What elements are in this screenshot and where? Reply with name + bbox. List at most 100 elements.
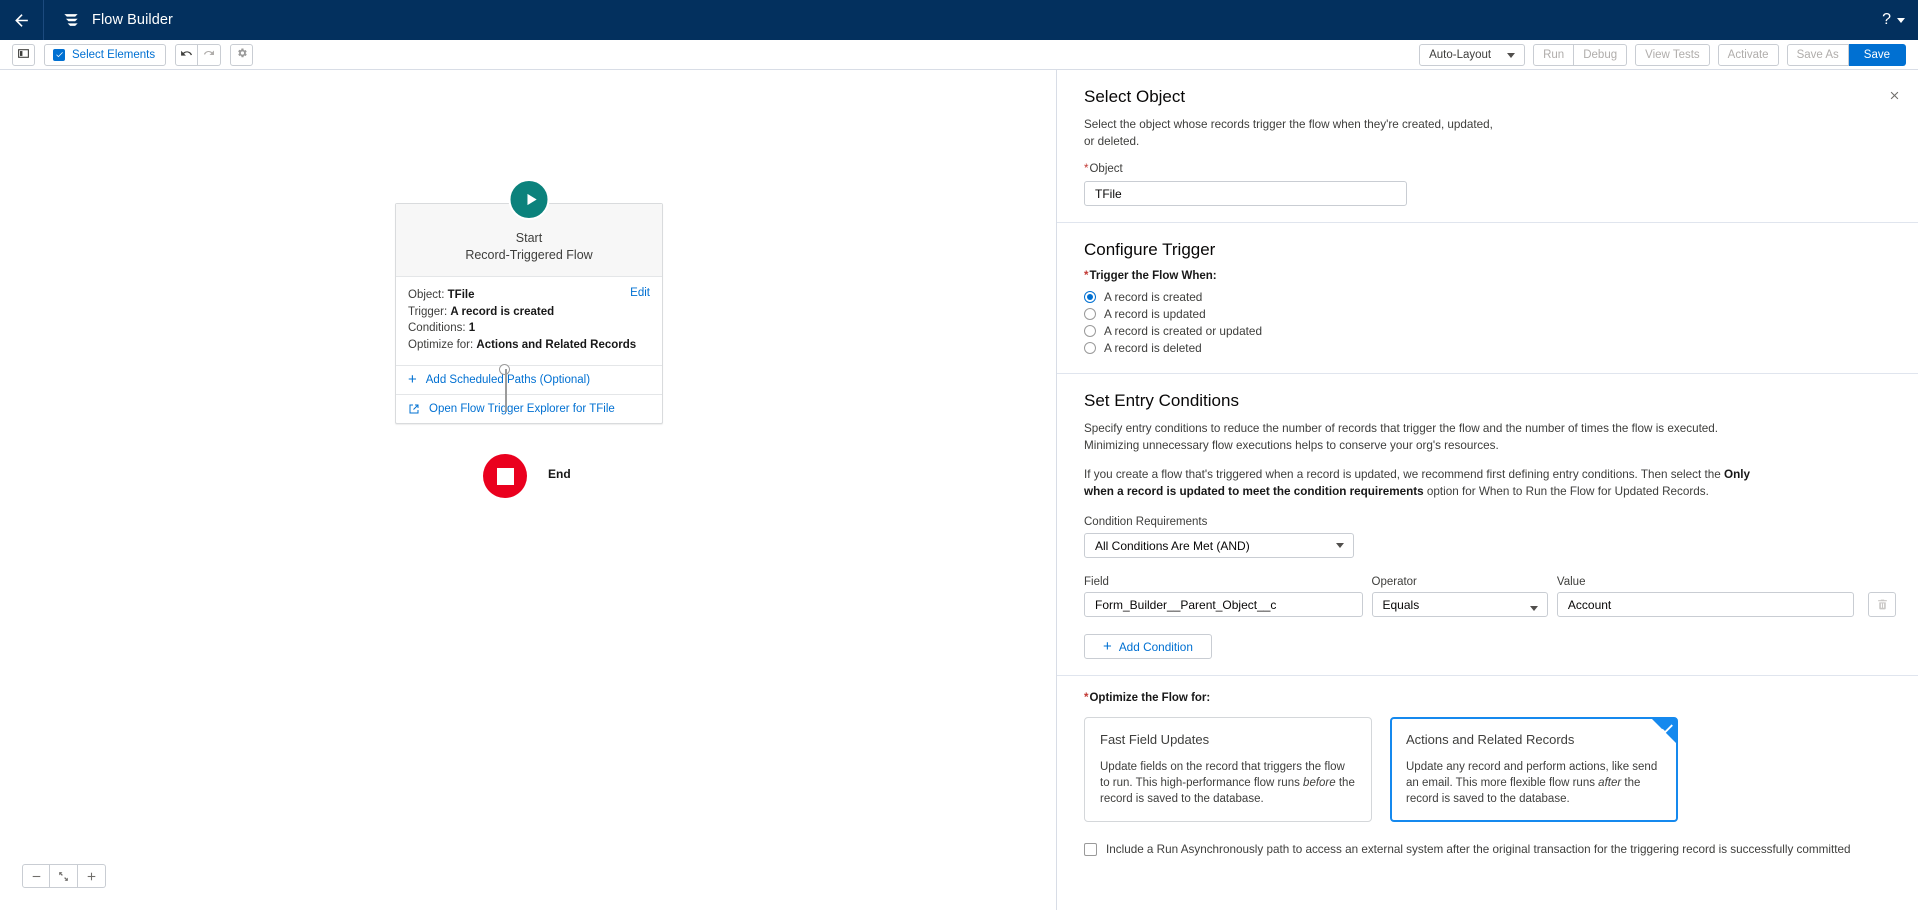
detail-value: Actions and Related Records — [476, 338, 637, 351]
paragraph-2-after: option for When to Run the Flow for Upda… — [1423, 484, 1709, 498]
fit-to-view-icon — [59, 871, 68, 881]
object-input[interactable]: TFile — [1084, 181, 1407, 206]
detail-value: TFile — [447, 289, 475, 301]
object-field-label: *Object — [1084, 163, 1123, 175]
fit-to-view-button[interactable] — [50, 864, 78, 888]
zoom-out-button[interactable] — [22, 864, 50, 888]
detail-row: Object: TFile — [408, 287, 650, 304]
debug-button[interactable]: Debug — [1574, 44, 1628, 66]
delete-condition-button[interactable] — [1868, 592, 1896, 617]
play-icon — [526, 193, 537, 206]
select-object-title: Select Object — [1084, 87, 1186, 106]
help-question-icon: ? — [1882, 11, 1891, 28]
save-group: Save As Save — [1786, 44, 1906, 66]
toggle-left-panel-button[interactable] — [12, 43, 35, 66]
layout-mode-value: Auto-Layout — [1429, 49, 1492, 61]
select-elements-button[interactable]: Select Elements — [44, 43, 167, 66]
stop-square-icon — [496, 467, 514, 485]
trigger-explorer-label: Open Flow Trigger Explorer for TFile — [429, 403, 615, 415]
required-asterisk: * — [1084, 163, 1089, 175]
open-flow-trigger-explorer-link[interactable]: Open Flow Trigger Explorer for TFile — [396, 394, 662, 423]
start-node-subtitle: Record-Triggered Flow — [465, 248, 593, 262]
radio-option-record-created-or-updated[interactable]: A record is created or updated — [1084, 323, 1896, 339]
view-tests-button[interactable]: View Tests — [1635, 44, 1710, 66]
zoom-out-icon — [32, 875, 40, 877]
optimize-card-fast-field-updates[interactable]: Fast Field Updates Update fields on the … — [1084, 717, 1372, 822]
radio-option-record-created[interactable]: A record is created — [1084, 289, 1896, 305]
configure-trigger-title: Configure Trigger — [1084, 240, 1216, 259]
save-as-button[interactable]: Save As — [1786, 44, 1849, 66]
redo-icon — [203, 47, 215, 62]
detail-row: Optimize for: Actions and Related Record… — [408, 337, 650, 354]
detail-value: 1 — [468, 322, 476, 334]
condition-requirements-label: Condition Requirements — [1084, 516, 1208, 528]
desc-italic: before — [1303, 777, 1336, 789]
brand: Flow Builder — [44, 10, 173, 30]
chevron-down-icon — [1336, 543, 1344, 548]
select-elements-label: Select Elements — [72, 48, 156, 61]
add-scheduled-paths-label: Add Scheduled Paths (Optional) — [425, 374, 591, 386]
arrow-left-icon — [15, 13, 28, 27]
plus-icon: + — [1103, 637, 1112, 655]
undo-icon — [180, 47, 193, 63]
selected-check-icon — [1652, 719, 1676, 743]
paragraph-2-before: If you create a flow that's triggered wh… — [1084, 468, 1724, 481]
gear-icon — [236, 47, 248, 62]
condition-field-input[interactable]: Form_Builder__Parent_Object__c — [1084, 592, 1363, 617]
operator-label: Operator — [1371, 576, 1417, 588]
end-node-label: End — [548, 467, 571, 481]
back-button[interactable] — [0, 0, 44, 40]
optimize-cards: Fast Field Updates Update fields on the … — [1084, 717, 1896, 822]
chevron-down-icon — [1529, 606, 1538, 611]
settings-button[interactable] — [230, 43, 254, 66]
trigger-when-label: *Trigger the Flow When: — [1084, 270, 1217, 282]
flow-canvas[interactable]: Start Record-Triggered Flow Edit Object:… — [0, 70, 1057, 910]
optimize-card-description: Update fields on the record that trigger… — [1100, 759, 1356, 807]
radio-option-record-updated[interactable]: A record is updated — [1084, 306, 1896, 322]
detail-row: Trigger: A record is created — [408, 304, 650, 321]
checkbox-selection-icon — [53, 48, 65, 61]
condition-requirements-select-wrap: All Conditions Are Met (AND) — [1084, 533, 1354, 558]
run-flow-button[interactable] — [508, 179, 550, 220]
edit-start-link[interactable]: Edit — [630, 287, 650, 299]
flow-builder-logo-icon — [64, 14, 78, 26]
undo-redo-group — [175, 43, 222, 66]
detail-label: Object: — [408, 289, 445, 301]
external-link-icon — [409, 404, 419, 414]
add-scheduled-paths-link[interactable]: + Add Scheduled Paths (Optional) — [396, 365, 662, 394]
optimize-card-title: Fast Field Updates — [1100, 732, 1210, 747]
main-area: Start Record-Triggered Flow Edit Object:… — [0, 70, 1918, 910]
app-header: Flow Builder ? — [0, 0, 1918, 40]
condition-value-input[interactable]: Account — [1556, 592, 1855, 617]
optimize-card-actions-and-related-records[interactable]: Actions and Related Records Update any r… — [1390, 717, 1678, 822]
layout-mode-select[interactable]: Auto-Layout — [1419, 44, 1526, 66]
condition-requirements-select[interactable]: All Conditions Are Met (AND) — [1084, 533, 1354, 558]
undo-button[interactable] — [175, 43, 199, 66]
end-node[interactable] — [483, 454, 527, 498]
zoom-controls — [22, 864, 106, 888]
add-condition-button[interactable]: + Add Condition — [1084, 634, 1212, 659]
redo-button[interactable] — [198, 43, 222, 66]
run-button[interactable]: Run — [1533, 44, 1575, 66]
start-node[interactable]: Start Record-Triggered Flow Edit Object:… — [395, 179, 663, 424]
save-button[interactable]: Save — [1848, 44, 1906, 66]
condition-operator-select[interactable]: Equals — [1371, 592, 1548, 617]
connector-line — [505, 369, 507, 412]
optimize-label: *Optimize the Flow for: — [1084, 692, 1211, 704]
async-path-checkbox[interactable] — [1084, 843, 1097, 856]
activate-button[interactable]: Activate — [1717, 44, 1779, 66]
radio-indicator — [1084, 325, 1096, 337]
close-icon — [1890, 91, 1898, 99]
configure-trigger-section: Configure Trigger *Trigger the Flow When… — [1057, 223, 1918, 374]
radio-indicator — [1084, 308, 1096, 320]
trigger-when-radio-group: A record is created A record is updated … — [1084, 289, 1896, 356]
async-path-row[interactable]: Include a Run Asynchronously path to acc… — [1084, 842, 1896, 857]
toolbar: Select Elements Auto-Layout Run Debug Vi… — [0, 40, 1918, 70]
help-menu[interactable]: ? — [1882, 0, 1905, 40]
zoom-in-button[interactable] — [78, 864, 106, 888]
chevron-down-icon — [1897, 17, 1905, 23]
radio-indicator — [1084, 342, 1096, 354]
close-panel-button[interactable] — [1883, 84, 1905, 106]
radio-option-record-deleted[interactable]: A record is deleted — [1084, 340, 1896, 356]
optimize-card-title: Actions and Related Records — [1406, 732, 1575, 747]
